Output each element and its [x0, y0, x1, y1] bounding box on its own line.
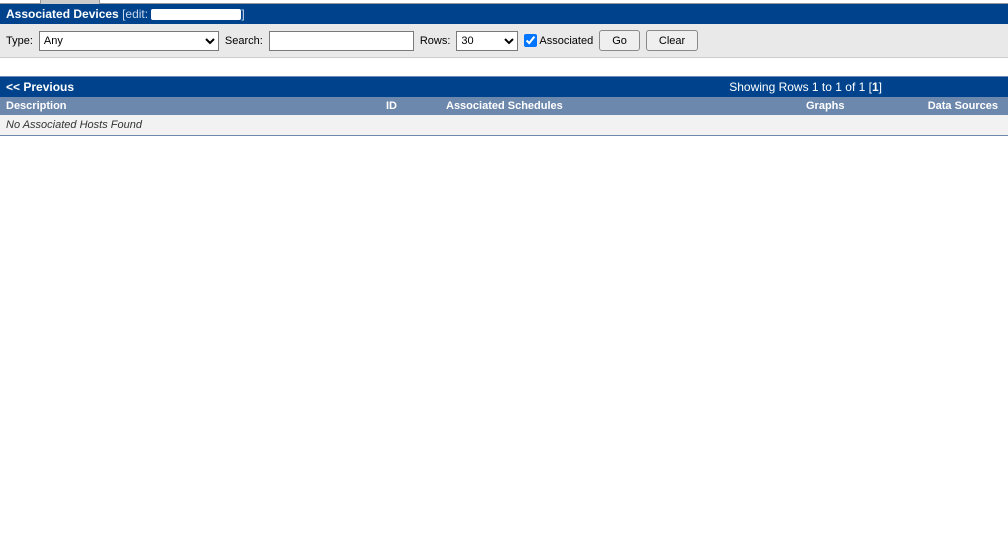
column-header-description[interactable]: Description	[6, 100, 386, 112]
search-label: Search:	[225, 35, 263, 47]
column-header-row: Description ID Associated Schedules Grap…	[0, 97, 1008, 115]
associated-label: Associated	[539, 35, 593, 47]
rows-select[interactable]: 30	[456, 31, 518, 51]
previous-page-link[interactable]: << Previous	[6, 80, 74, 94]
column-header-data-sources[interactable]: Data Sources	[906, 100, 1002, 112]
edit-target-redacted	[151, 9, 241, 20]
empty-results-message: No Associated Hosts Found	[0, 115, 1008, 136]
type-label: Type:	[6, 35, 33, 47]
clear-button[interactable]: Clear	[646, 30, 698, 51]
edit-label-prefix: [edit:	[119, 7, 152, 21]
go-button[interactable]: Go	[599, 30, 640, 51]
search-input[interactable]	[269, 31, 414, 51]
type-select[interactable]: Any	[39, 31, 219, 51]
pager-bar: << Previous Showing Rows 1 to 1 of 1 [1]	[0, 77, 1008, 97]
showing-rows-text: Showing Rows 1 to 1 of 1 [1]	[729, 80, 882, 94]
edit-label-suffix: ]	[241, 7, 244, 21]
associated-checkbox[interactable]	[524, 34, 537, 47]
tab-stub	[40, 0, 100, 4]
column-header-schedules[interactable]: Associated Schedules	[446, 100, 806, 112]
section-title-bar: Associated Devices [edit: ]	[0, 4, 1008, 24]
filter-toolbar: Type: Any Search: Rows: 30 Associated Go…	[0, 24, 1008, 58]
rows-label: Rows:	[420, 35, 451, 47]
section-title: Associated Devices	[6, 7, 119, 21]
tab-strip	[0, 0, 1008, 4]
column-header-graphs[interactable]: Graphs	[806, 100, 906, 112]
column-header-id[interactable]: ID	[386, 100, 446, 112]
